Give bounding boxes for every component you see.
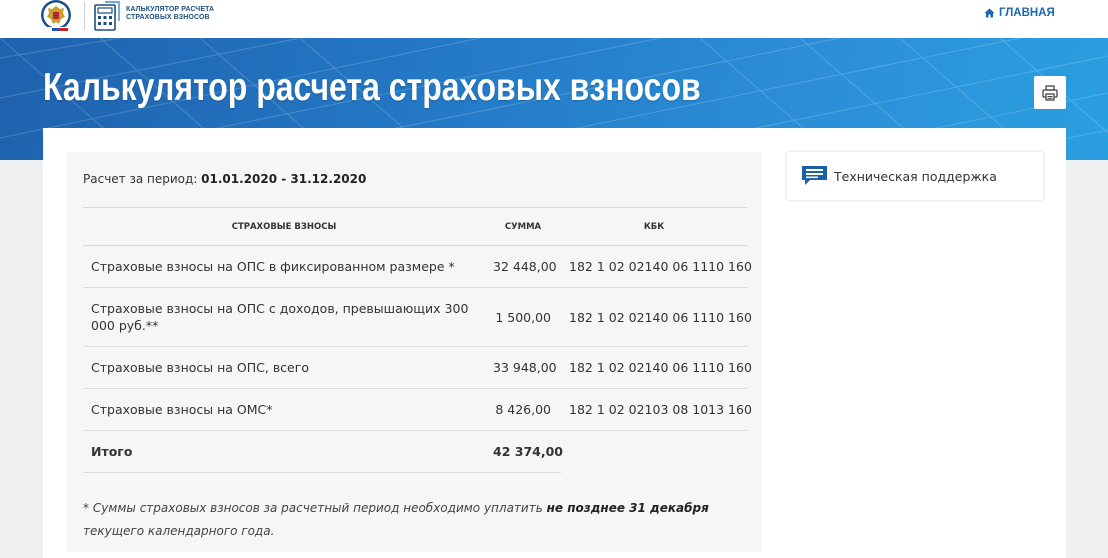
column-header-contribution: СТРАХОВЫЕ ВЗНОСЫ [83, 207, 485, 246]
logo-text-line2: СТРАХОВЫХ ВЗНОСОВ [126, 14, 210, 21]
tech-support-button[interactable]: Техническая поддержка [787, 152, 1043, 200]
table-row: Страховые взносы на ОПС, всего 33 948,00… [83, 346, 752, 389]
home-link-label: ГЛАВНАЯ [999, 7, 1055, 19]
row-sum: 32 448,00 [485, 245, 561, 288]
row-kbk: 182 1 02 02140 06 1110 160 [561, 346, 752, 389]
table-row: Страховые взносы на ОПС с доходов, превы… [83, 287, 752, 347]
home-link[interactable]: ГЛАВНАЯ [984, 6, 1055, 20]
row-name: Страховые взносы на ОПС с доходов, превы… [83, 287, 485, 347]
footnote-deadline: не позднее 31 декабря [546, 501, 709, 515]
page-title: Калькулятор расчета страховых взносов [43, 66, 701, 109]
table-header-row: СТРАХОВЫЕ ВЗНОСЫ СУММА КБК [83, 207, 747, 246]
logo-divider [84, 2, 85, 30]
emblem-icon[interactable] [38, 0, 74, 32]
period-value: 01.01.2020 - 31.12.2020 [201, 172, 367, 186]
footnote-text-start: * Суммы страховых взносов за расчетный п… [83, 501, 547, 515]
total-sum: 42 374,00 [485, 430, 563, 473]
calc-period: Расчет за период: 01.01.2020 - 31.12.202… [83, 172, 366, 186]
total-row: Итого 42 374,00 [83, 430, 747, 473]
table-row: Страховые взносы на ОМС* 8 426,00 182 1 … [83, 388, 752, 431]
logo-text: КАЛЬКУЛЯТОР РАСЧЕТА СТРАХОВЫХ ВЗНОСОВ [126, 6, 246, 22]
row-kbk: 182 1 02 02140 06 1110 160 [561, 287, 752, 347]
column-header-kbk: КБК [561, 207, 747, 246]
content-card: Расчет за период: 01.01.2020 - 31.12.202… [43, 128, 1066, 558]
total-kbk-empty [561, 431, 747, 473]
column-header-sum: СУММА [485, 207, 561, 246]
row-name: Страховые взносы на ОПС, всего [83, 346, 485, 389]
home-icon [984, 8, 995, 18]
print-button[interactable] [1034, 76, 1066, 109]
top-bar: КАЛЬКУЛЯТОР РАСЧЕТА СТРАХОВЫХ ВЗНОСОВ ГЛ… [0, 0, 1108, 38]
printer-icon [1042, 84, 1058, 101]
row-name: Страховые взносы на ОПС в фиксированном … [83, 245, 485, 288]
total-label: Итого [83, 430, 485, 473]
payment-deadline-note: * Суммы страховых взносов за расчетный п… [83, 497, 751, 543]
calculator-logo-icon[interactable] [94, 1, 120, 31]
row-sum: 1 500,00 [485, 287, 561, 347]
chat-support-icon [802, 166, 827, 185]
contributions-table: СТРАХОВЫЕ ВЗНОСЫ СУММА КБК Страховые взн… [83, 207, 752, 473]
footnote-text-end: текущего календарного года. [83, 524, 275, 538]
logo-text-line1: КАЛЬКУЛЯТОР РАСЧЕТА [126, 6, 215, 13]
calculation-panel: Расчет за период: 01.01.2020 - 31.12.202… [67, 152, 762, 552]
row-kbk: 182 1 02 02140 06 1110 160 [561, 245, 752, 288]
row-kbk: 182 1 02 02103 08 1013 160 [561, 388, 752, 431]
table-row: Страховые взносы на ОПС в фиксированном … [83, 245, 752, 288]
row-sum: 33 948,00 [485, 346, 561, 389]
row-name: Страховые взносы на ОМС* [83, 388, 485, 431]
period-label: Расчет за период: [83, 172, 198, 186]
tech-support-label: Техническая поддержка [834, 168, 997, 184]
row-sum: 8 426,00 [485, 388, 561, 431]
